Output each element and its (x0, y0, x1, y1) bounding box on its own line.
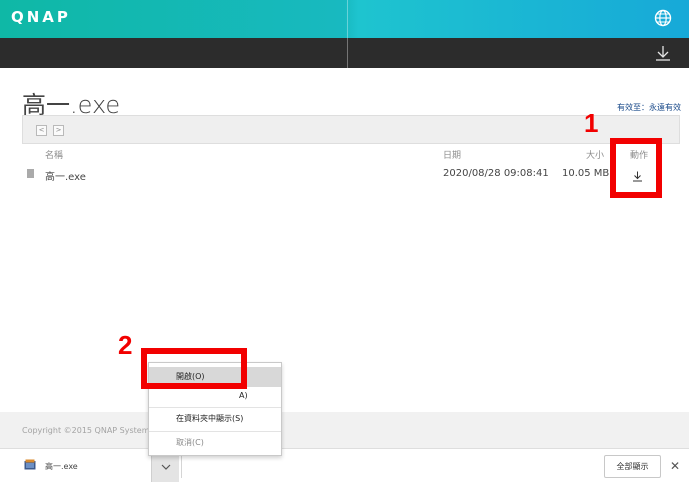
file-date: 2020/08/28 09:08:41 (443, 168, 549, 179)
page-root: QNAP 高一.exe 有效至：永遠有效 < > 名稱 日期 大小 動作 高一.… (0, 0, 689, 482)
menu-item-always-open[interactable]: A) (149, 386, 281, 406)
file-name[interactable]: 高一.exe (45, 168, 86, 183)
annotation-box-2 (141, 348, 247, 389)
close-icon[interactable]: ✕ (670, 459, 680, 473)
toolbar (0, 38, 689, 68)
download-bar (0, 448, 689, 482)
annotation-number-2: 2 (118, 330, 133, 360)
annotation-box-1 (610, 138, 662, 198)
menu-item-show-in-folder[interactable]: 在資料夾中顯示(S) (149, 409, 281, 429)
navigation-bar: < > (22, 115, 680, 144)
download-bar-divider (181, 456, 182, 478)
file-size: 10.05 MB (562, 168, 610, 179)
column-header-size[interactable]: 大小 (586, 148, 604, 161)
menu-divider (149, 431, 281, 432)
copyright-text: Copyright ©2015 QNAP Systems (22, 426, 154, 435)
header-divider (347, 0, 348, 68)
show-all-button[interactable]: 全部顯示 (604, 455, 661, 478)
back-button[interactable]: < (36, 125, 47, 136)
download-file-name[interactable]: 高一.exe (45, 461, 78, 472)
column-header-date[interactable]: 日期 (443, 148, 461, 161)
column-header-name[interactable]: 名稱 (45, 148, 63, 161)
globe-icon[interactable] (654, 9, 672, 27)
expiry-label: 有效至：永遠有效 (617, 103, 681, 112)
installer-icon (24, 459, 36, 470)
menu-item-cancel[interactable]: 取消(C) (149, 433, 281, 453)
download-options-button[interactable] (151, 452, 179, 482)
download-icon[interactable] (655, 44, 671, 62)
annotation-number-1: 1 (584, 108, 599, 138)
chevron-down-icon (161, 464, 171, 470)
file-icon (27, 169, 34, 178)
forward-button[interactable]: > (53, 125, 64, 136)
qnap-logo: QNAP (11, 8, 71, 26)
menu-divider (149, 407, 281, 408)
top-bar: QNAP (0, 0, 689, 38)
